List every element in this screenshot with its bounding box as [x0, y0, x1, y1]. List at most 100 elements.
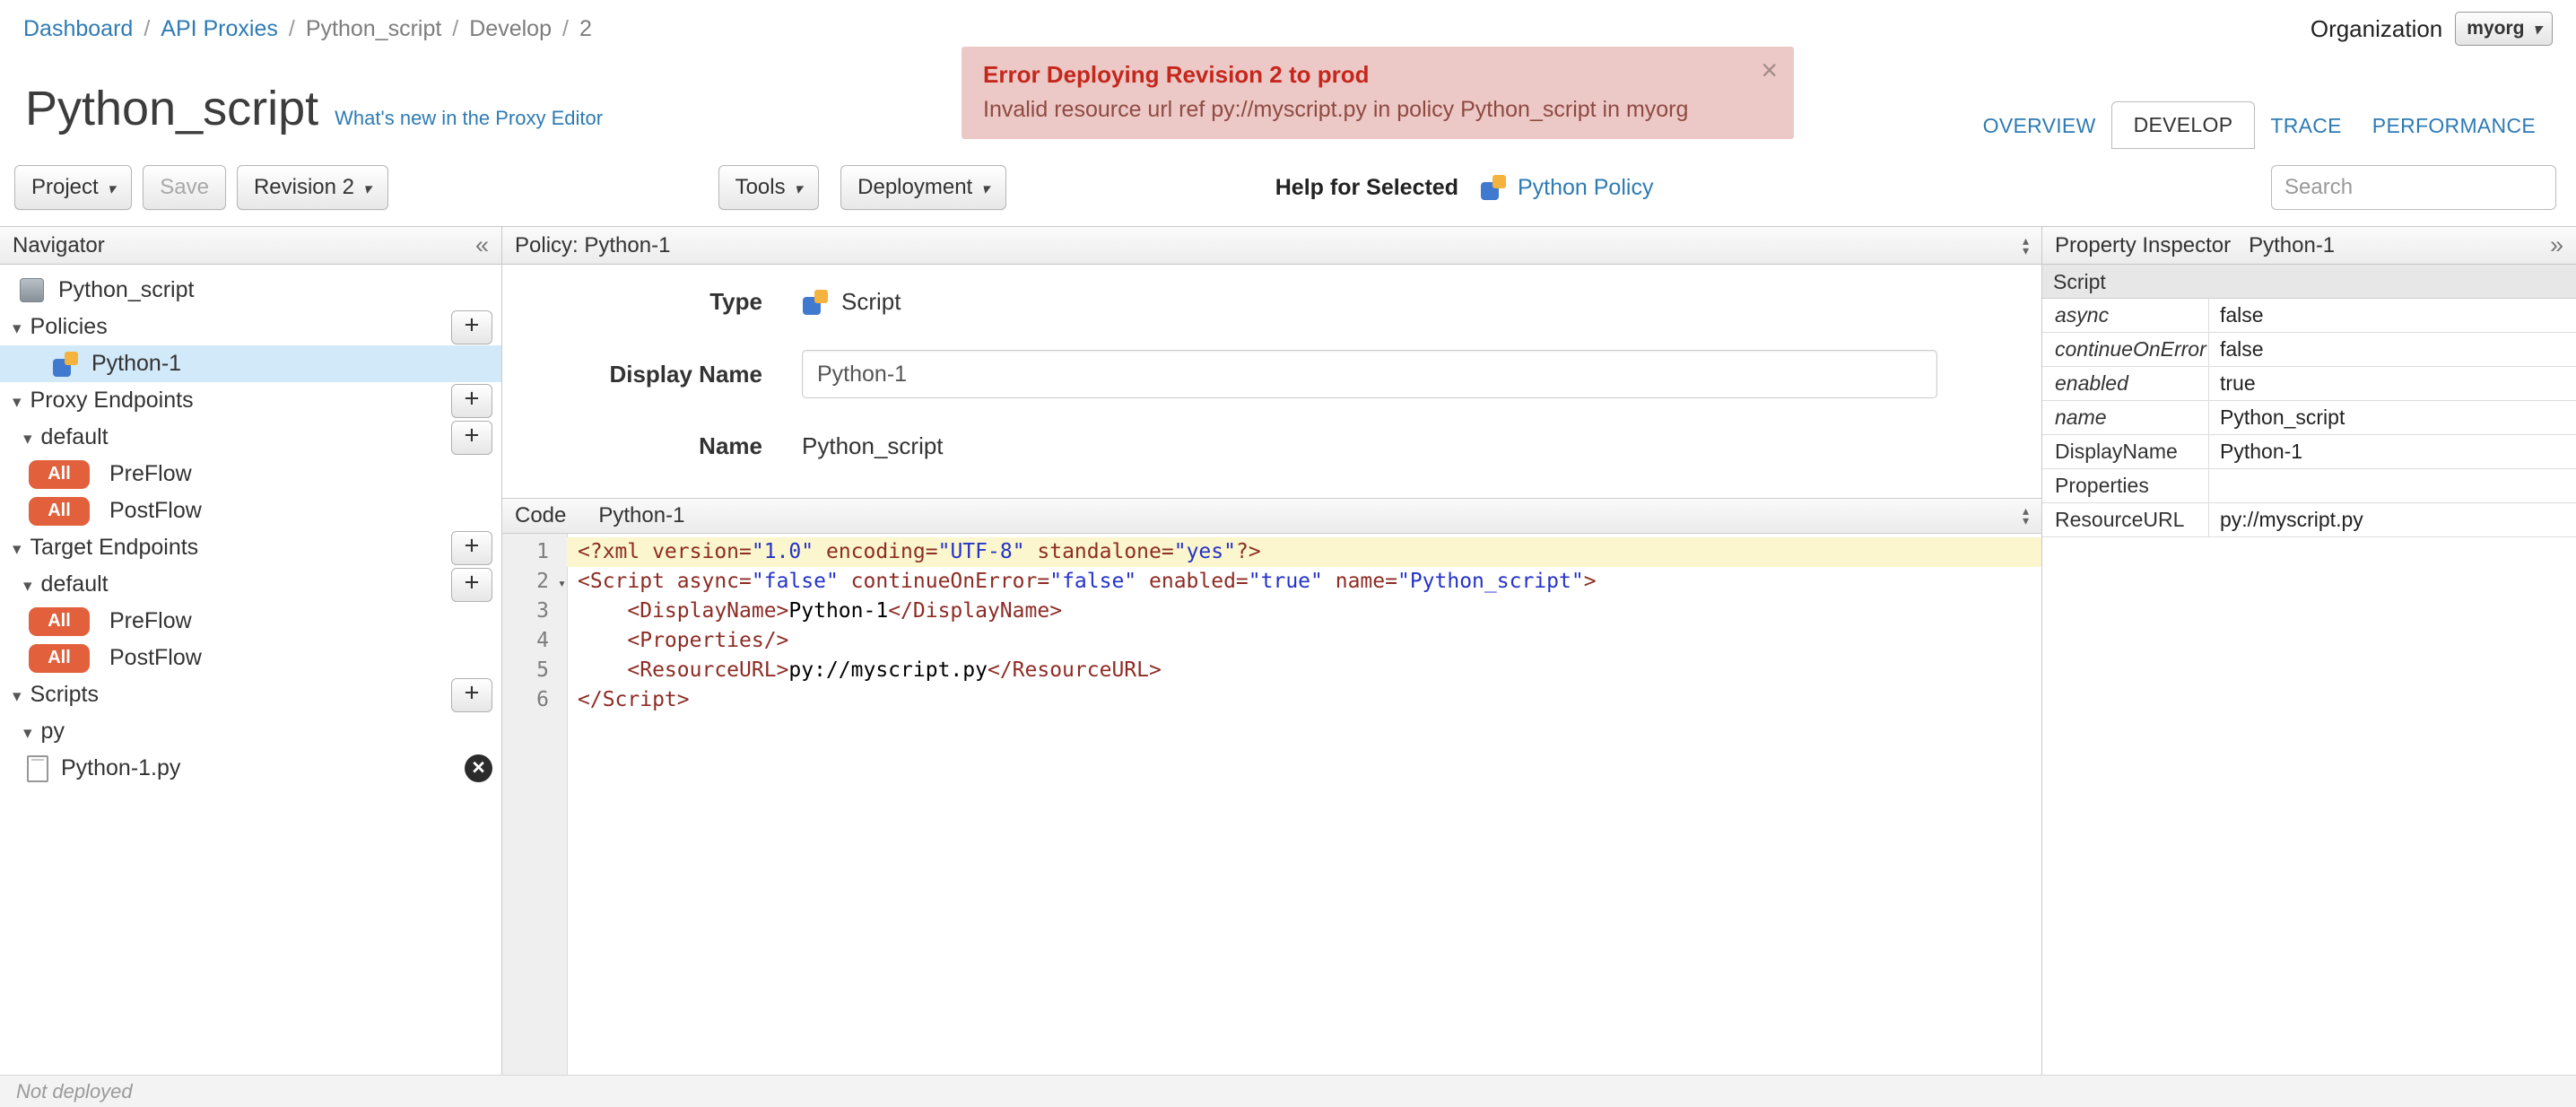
- code-line: 1 <?xml version="1.0" encoding="UTF-8" st…: [502, 537, 2041, 567]
- save-button-label: Save: [160, 175, 209, 199]
- property-key: Properties: [2042, 469, 2209, 502]
- collapse-expand-icon[interactable]: [2023, 236, 2029, 256]
- nav-section-proxy-endpoints[interactable]: Proxy Endpoints: [0, 382, 501, 419]
- property-value[interactable]: Python-1: [2209, 435, 2576, 468]
- tab-overview[interactable]: OVERVIEW: [1968, 103, 2111, 149]
- fold-arrow-icon[interactable]: ▾: [558, 569, 566, 598]
- breadcrumb-separator: /: [288, 15, 295, 41]
- project-button[interactable]: Project: [14, 165, 133, 210]
- caret-down-icon[interactable]: [13, 535, 22, 561]
- tab-trace[interactable]: TRACE: [2255, 103, 2356, 149]
- property-value[interactable]: [2209, 469, 2576, 502]
- collapse-panel-icon[interactable]: [2550, 231, 2563, 259]
- python-policy-help-link[interactable]: Python Policy: [1518, 175, 1653, 201]
- add-policy-button[interactable]: [451, 309, 492, 344]
- caret-down-icon[interactable]: [13, 388, 22, 414]
- nav-item-proxy-root[interactable]: Python_script: [0, 272, 501, 309]
- caret-down-icon[interactable]: [23, 571, 32, 597]
- collapse-expand-icon[interactable]: [2023, 506, 2029, 526]
- breadcrumb-dashboard[interactable]: Dashboard: [23, 16, 133, 42]
- delete-script-icon[interactable]: [465, 754, 492, 782]
- add-target-endpoint-button[interactable]: [451, 530, 492, 565]
- add-proxy-flow-button[interactable]: [451, 420, 492, 455]
- caret-down-icon[interactable]: [13, 314, 22, 340]
- nav-item-target-postflow[interactable]: All PostFlow: [0, 640, 501, 676]
- code-text: <Properties/>: [567, 626, 2041, 656]
- property-value[interactable]: false: [2209, 333, 2576, 366]
- nav-item-label: PostFlow: [109, 645, 202, 670]
- property-row: continueOnError false: [2042, 333, 2576, 367]
- property-row: DisplayName Python-1: [2042, 435, 2576, 469]
- line-number: 2 ▾: [502, 567, 567, 597]
- chevron-down-icon: [981, 175, 989, 200]
- code-editor[interactable]: 1 <?xml version="1.0" encoding="UTF-8" st…: [502, 534, 2041, 1075]
- chevron-down-icon: [363, 175, 371, 200]
- display-name-label: Display Name: [609, 360, 762, 388]
- property-inspector-header: Property Inspector Python-1: [2042, 227, 2576, 265]
- display-name-input[interactable]: [802, 350, 1937, 398]
- add-proxy-endpoint-button[interactable]: [451, 383, 492, 418]
- revision-button-label: Revision 2: [253, 175, 355, 199]
- nav-section-scripts[interactable]: Scripts: [0, 676, 501, 713]
- property-value[interactable]: py://myscript.py: [2209, 503, 2576, 536]
- all-badge: All: [29, 643, 90, 673]
- caret-down-icon[interactable]: [23, 424, 32, 450]
- add-target-flow-button[interactable]: [451, 567, 492, 602]
- main-panels: Navigator Python_script Policies Python-…: [0, 226, 2576, 1075]
- code-token: "true": [1248, 570, 1323, 593]
- name-label: Name: [699, 432, 762, 459]
- nav-section-target-endpoints[interactable]: Target Endpoints: [0, 529, 501, 566]
- nav-item-script-file[interactable]: Python-1.py: [0, 750, 501, 787]
- code-token: "UTF-8": [937, 540, 1025, 563]
- breadcrumb-api-proxies[interactable]: API Proxies: [161, 16, 278, 42]
- search-input[interactable]: [2271, 165, 2556, 210]
- navigator-header: Navigator: [0, 227, 501, 265]
- nav-item-proxy-default[interactable]: default: [0, 419, 501, 456]
- code-text: </Script>: [567, 685, 2041, 715]
- code-text: <DisplayName>Python-1</DisplayName>: [567, 597, 2041, 626]
- chevron-down-icon: [108, 175, 116, 200]
- property-rows: async false continueOnError false enabled tru…: [2042, 299, 2576, 537]
- code-token: ?>: [1235, 540, 1261, 563]
- navigator-title: Navigator: [13, 232, 105, 257]
- type-value: Script: [841, 288, 901, 315]
- policy-panel-header: Policy: Python-1: [502, 227, 2041, 265]
- property-value[interactable]: false: [2209, 299, 2576, 332]
- nav-item-proxy-postflow[interactable]: All PostFlow: [0, 492, 501, 529]
- caret-down-icon[interactable]: [13, 682, 22, 708]
- add-script-button[interactable]: [451, 677, 492, 712]
- property-row: ResourceURL py://myscript.py: [2042, 503, 2576, 537]
- nav-item-py-folder[interactable]: py: [0, 713, 501, 750]
- revision-button[interactable]: Revision 2: [236, 165, 388, 210]
- deployment-button[interactable]: Deployment: [840, 165, 1006, 210]
- save-button[interactable]: Save: [143, 165, 226, 210]
- file-icon: [27, 754, 48, 782]
- property-value[interactable]: Python_script: [2209, 401, 2576, 434]
- code-text: <ResourceURL>py://myscript.py</ResourceU…: [567, 656, 2041, 685]
- caret-down-icon[interactable]: [23, 719, 32, 745]
- nav-section-policies[interactable]: Policies: [0, 309, 501, 345]
- code-token: "Python_script": [1397, 570, 1584, 593]
- breadcrumb-proxy-name: Python_script: [305, 15, 442, 41]
- code-token: </DisplayName>: [888, 599, 1063, 623]
- close-icon[interactable]: [1761, 54, 1778, 87]
- nav-section-label: Target Endpoints: [30, 535, 199, 560]
- nav-item-label: Python-1.py: [61, 755, 181, 780]
- collapse-panel-icon[interactable]: [475, 231, 489, 259]
- nav-item-policy-python-1[interactable]: Python-1: [0, 345, 501, 382]
- line-number: 5: [536, 658, 549, 682]
- all-badge: All: [29, 606, 90, 636]
- chevron-down-icon: [2533, 18, 2541, 39]
- help-for-selected-label: Help for Selected: [1275, 174, 1458, 200]
- whats-new-link[interactable]: What's new in the Proxy Editor: [335, 107, 603, 130]
- nav-item-proxy-preflow[interactable]: All PreFlow: [0, 456, 501, 492]
- nav-item-target-default[interactable]: default: [0, 566, 501, 603]
- tab-develop[interactable]: DEVELOP: [2110, 101, 2256, 149]
- tools-button[interactable]: Tools: [718, 165, 820, 210]
- nav-item-target-preflow[interactable]: All PreFlow: [0, 603, 501, 640]
- nav-item-label: PostFlow: [109, 498, 202, 523]
- organization-dropdown[interactable]: myorg: [2455, 12, 2553, 46]
- tab-performance[interactable]: PERFORMANCE: [2357, 103, 2551, 149]
- property-value[interactable]: true: [2209, 367, 2576, 400]
